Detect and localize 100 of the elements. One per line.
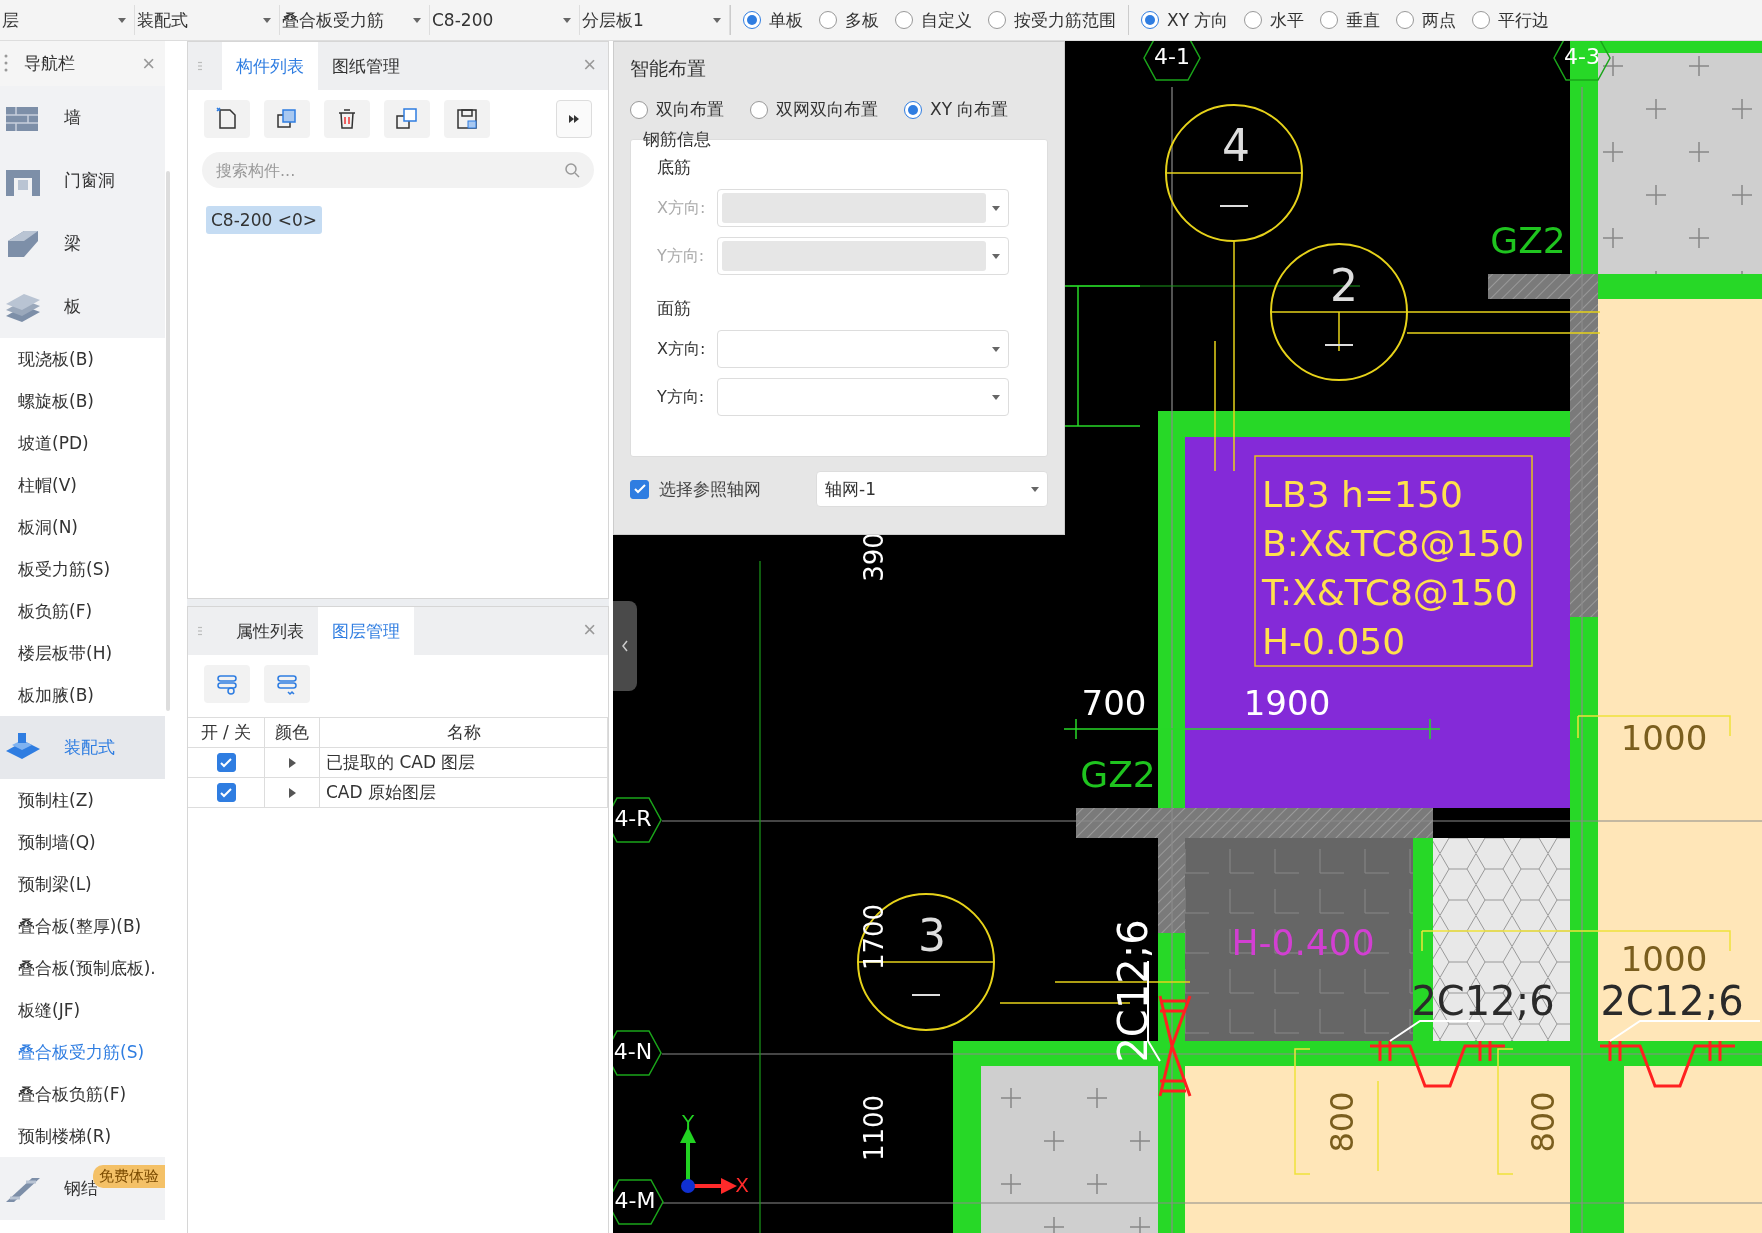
- search-icon: [564, 162, 580, 178]
- new-file-button[interactable]: [204, 100, 250, 138]
- dropdown[interactable]: 分层板1: [580, 5, 730, 35]
- radio-option[interactable]: XY 向布置: [904, 98, 1009, 121]
- caret-icon: [992, 205, 1000, 211]
- axis-letter: X: [735, 1172, 749, 1197]
- radio-option[interactable]: 单板: [743, 8, 803, 32]
- elevation-text: H-0.400: [1231, 922, 1375, 963]
- column-header: 名称: [320, 718, 608, 748]
- dimension-text: 1700: [858, 903, 889, 971]
- tab[interactable]: 构件列表: [222, 42, 318, 90]
- radio-option[interactable]: 水平: [1244, 8, 1305, 32]
- check-icon: [632, 482, 647, 496]
- axis-label: 4-M: [614, 1188, 656, 1213]
- layer-list-button[interactable]: [264, 665, 310, 703]
- dropdown-field[interactable]: [717, 330, 1009, 368]
- field-label: X方向:: [657, 338, 707, 360]
- checkbox[interactable]: [216, 753, 236, 772]
- group-title: 钢筋信息: [643, 128, 711, 151]
- dimension-text: 1000: [1620, 718, 1708, 758]
- callout-dash: [1219, 205, 1249, 207]
- slab-note: H-0.050: [1262, 621, 1406, 662]
- slab-note: B:X&TC8@150: [1262, 523, 1525, 564]
- radio-option[interactable]: 按受力筋范围: [988, 8, 1116, 32]
- radio-option[interactable]: 双向布置: [630, 98, 724, 121]
- search-field[interactable]: 搜索构件...: [202, 152, 594, 188]
- grip-icon: [4, 53, 8, 73]
- dimension-text: 390: [858, 532, 889, 582]
- axis-label: 4-R: [614, 806, 652, 831]
- radio-option[interactable]: 垂直: [1320, 8, 1381, 32]
- callout-dash: [1324, 344, 1354, 346]
- fast-forward-button[interactable]: [556, 100, 592, 138]
- tab[interactable]: 图层管理: [318, 607, 414, 655]
- collapse-handle[interactable]: [613, 601, 637, 691]
- panel-title: 导航栏: [24, 52, 75, 75]
- copy-button[interactable]: [264, 100, 310, 138]
- layers-icon: [394, 106, 420, 132]
- caret-icon: [413, 17, 421, 23]
- caret-icon: [713, 17, 721, 23]
- column-tag: GZ2: [1490, 220, 1566, 261]
- slab-note: T:X&TC8@150: [1262, 572, 1518, 613]
- caret-icon: [992, 346, 1000, 352]
- dimension-text: 800: [1524, 1091, 1562, 1153]
- radio-option[interactable]: 自定义: [895, 8, 972, 32]
- xy-axis-icon: [680, 1127, 737, 1194]
- trash-button[interactable]: [324, 100, 370, 138]
- axis-label: 4-1: [1154, 44, 1190, 69]
- column-header: 开 / 关: [188, 718, 265, 748]
- check-icon: [219, 785, 233, 800]
- nav-category[interactable]: 梁: [0, 212, 165, 275]
- radio-option[interactable]: 两点: [1396, 8, 1457, 32]
- dimension-text: 700: [1081, 683, 1147, 723]
- tab[interactable]: 图纸管理: [318, 42, 414, 90]
- axis-bubble: [1143, 41, 1201, 81]
- radio-option[interactable]: 双网双向布置: [750, 98, 878, 121]
- radio-option[interactable]: XY 方向: [1141, 8, 1229, 32]
- radio-option[interactable]: 多板: [819, 8, 879, 32]
- layer-visibility-button[interactable]: [204, 665, 250, 703]
- callout-number: 4: [1222, 120, 1250, 171]
- scrollbar[interactable]: [166, 171, 170, 711]
- table-cell: CAD 原始图层: [320, 778, 608, 808]
- dropdown[interactable]: 叠合板受力筋: [280, 5, 430, 35]
- radio-option[interactable]: 平行边: [1472, 8, 1550, 32]
- column-header: 颜色: [265, 718, 320, 748]
- table-cell: 已提取的 CAD 图层: [320, 748, 608, 778]
- section-heading: 面筋: [657, 297, 692, 320]
- section-heading: 底筋: [657, 156, 692, 179]
- rebar-label: 2C12;6: [1600, 978, 1744, 1024]
- callout-number: 2: [1330, 260, 1358, 311]
- dropdown[interactable]: C8-200: [430, 5, 580, 35]
- save-button[interactable]: [444, 100, 490, 138]
- expand-arrow-icon: [288, 787, 296, 798]
- dropdown-field[interactable]: [717, 237, 1009, 275]
- callout-dash: [911, 994, 941, 996]
- field-label: Y方向:: [657, 386, 706, 408]
- column-tag: GZ2: [1080, 754, 1156, 795]
- checkbox[interactable]: [216, 783, 236, 802]
- expand-arrow-icon: [288, 757, 296, 768]
- list-item[interactable]: C8-200 <0>: [206, 206, 322, 234]
- dimension-text: 1900: [1243, 683, 1331, 723]
- field-label: X方向:: [657, 197, 707, 219]
- checkbox[interactable]: [630, 479, 649, 499]
- dimension-text: 1000: [1620, 939, 1708, 979]
- nav-category[interactable]: 板: [0, 275, 165, 338]
- caret-icon: [118, 17, 126, 23]
- nav-category[interactable]: 门窗洞: [0, 149, 165, 212]
- nav-category[interactable]: 墙: [0, 86, 165, 149]
- field-label: Y方向:: [657, 245, 706, 267]
- dropdown[interactable]: 层: [0, 5, 135, 35]
- axis-letter: Y: [681, 1110, 695, 1134]
- dropdown-field[interactable]: [717, 189, 1009, 227]
- caret-icon: [563, 17, 571, 23]
- slab-note: LB3 h=150: [1262, 474, 1463, 515]
- dropdown[interactable]: 装配式: [135, 5, 280, 35]
- dropdown-field[interactable]: [717, 378, 1009, 416]
- layers-button[interactable]: [384, 100, 430, 138]
- tab[interactable]: 属性列表: [222, 607, 318, 655]
- dropdown[interactable]: 轴网-1: [816, 471, 1048, 507]
- chevron-left-icon: [621, 640, 629, 652]
- checkbox-label: 选择参照轴网: [659, 477, 762, 501]
